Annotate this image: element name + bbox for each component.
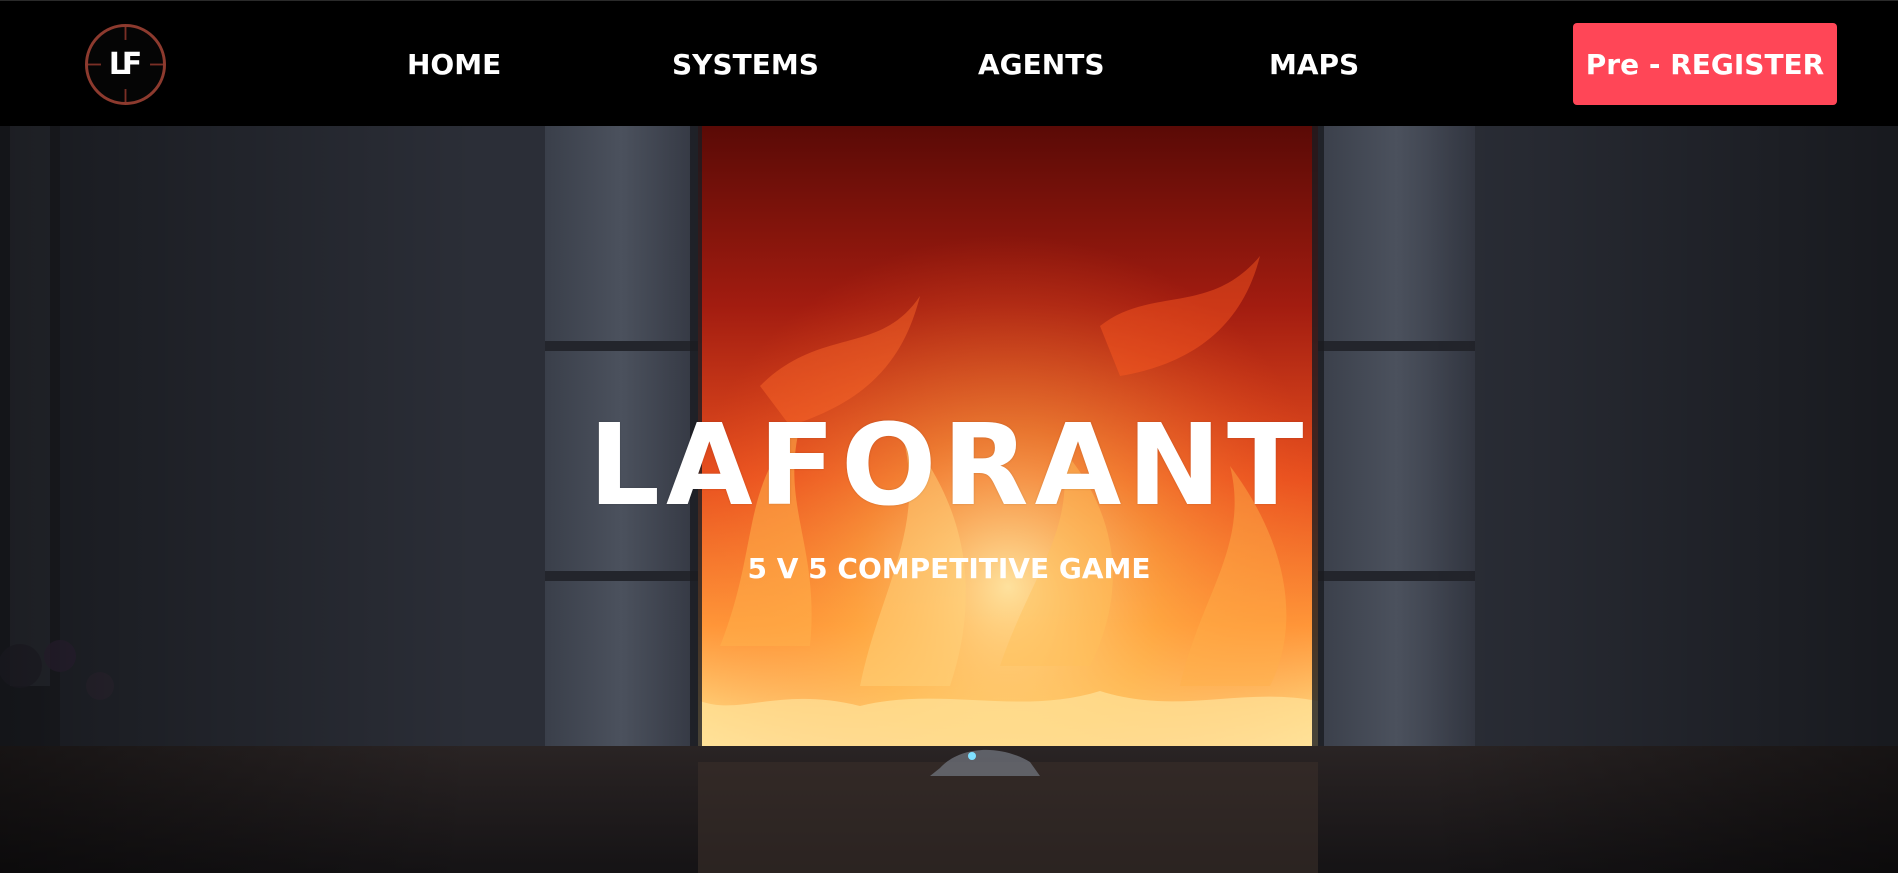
nav-maps-link[interactable]: MAPS (1269, 45, 1359, 85)
logo-text: LF (108, 47, 143, 82)
hero-subtitle: 5 V 5 COMPETITIVE GAME (747, 552, 1151, 585)
hero-title: LAFORANT (588, 401, 1310, 531)
logo-icon[interactable]: LF (85, 24, 166, 105)
nav-home-link[interactable]: HOME (407, 45, 501, 85)
pre-register-button[interactable]: Pre - REGISTER (1573, 23, 1837, 105)
hero-section: LAFORANT 5 V 5 COMPETITIVE GAME (0, 126, 1898, 873)
nav-systems-link[interactable]: SYSTEMS (672, 45, 819, 85)
nav-agents-link[interactable]: AGENTS (978, 45, 1104, 85)
top-navbar: LF HOME SYSTEMS AGENTS MAPS Pre - REGIST… (0, 0, 1898, 126)
